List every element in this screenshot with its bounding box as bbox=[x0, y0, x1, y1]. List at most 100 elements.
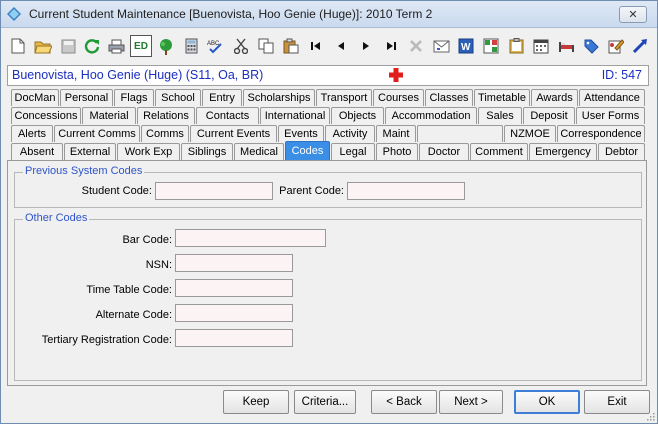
ed-icon[interactable]: ED bbox=[130, 35, 152, 57]
last-record-icon[interactable] bbox=[380, 35, 402, 57]
tab-awards[interactable]: Awards bbox=[531, 89, 578, 106]
tab-sales[interactable]: Sales bbox=[478, 107, 522, 124]
tab-attendance[interactable]: Attendance bbox=[579, 89, 645, 106]
tab-external[interactable]: External bbox=[64, 143, 116, 160]
tab-legal[interactable]: Legal bbox=[331, 143, 375, 160]
new-doc-icon[interactable] bbox=[7, 35, 29, 57]
timetable-code-field[interactable] bbox=[175, 279, 293, 297]
tab-user-forms[interactable]: User Forms bbox=[576, 107, 645, 124]
first-record-icon[interactable] bbox=[305, 35, 327, 57]
edit-sheet-icon[interactable] bbox=[605, 35, 627, 57]
alternate-code-field[interactable] bbox=[175, 304, 293, 322]
tertiary-registration-code-field[interactable] bbox=[175, 329, 293, 347]
svg-text:W: W bbox=[461, 42, 471, 53]
paste-icon[interactable] bbox=[280, 35, 302, 57]
print-icon[interactable] bbox=[105, 35, 127, 57]
tab-nzmoe[interactable]: NZMOE bbox=[504, 125, 556, 142]
tab-comms[interactable]: Comms bbox=[141, 125, 189, 142]
parent-code-field[interactable] bbox=[347, 182, 465, 200]
tab-correspondence[interactable]: Correspondence bbox=[557, 125, 645, 142]
tab-alerts[interactable]: Alerts bbox=[11, 125, 53, 142]
spellcheck-icon[interactable]: ABC bbox=[205, 35, 227, 57]
nsn-field[interactable] bbox=[175, 254, 293, 272]
tag-icon[interactable] bbox=[580, 35, 602, 57]
tab-medical[interactable]: Medical bbox=[234, 143, 284, 160]
tab-transport[interactable]: Transport bbox=[316, 89, 372, 106]
student-id: ID: 547 bbox=[601, 68, 642, 82]
tab-school[interactable]: School bbox=[155, 89, 201, 106]
bar-code-label: Bar Code: bbox=[122, 234, 172, 246]
next-button[interactable]: Next > bbox=[439, 390, 503, 414]
save-icon[interactable] bbox=[57, 35, 79, 57]
calendar-icon[interactable] bbox=[530, 35, 552, 57]
tab-entry[interactable]: Entry bbox=[202, 89, 242, 106]
tab-scholarships[interactable]: Scholarships bbox=[243, 89, 315, 106]
tab-photo[interactable]: Photo bbox=[376, 143, 418, 160]
calculator-icon[interactable] bbox=[180, 35, 202, 57]
tab-relations[interactable]: Relations bbox=[137, 107, 195, 124]
tab-comment[interactable]: Comment bbox=[470, 143, 528, 160]
student-header: Buenovista, Hoo Genie (Huge) (S11, Oa, B… bbox=[7, 65, 649, 86]
tab-material[interactable]: Material bbox=[82, 107, 136, 124]
clipboard-icon[interactable] bbox=[505, 35, 527, 57]
bed-icon[interactable] bbox=[555, 35, 577, 57]
tab-objects[interactable]: Objects bbox=[331, 107, 384, 124]
keep-button[interactable]: Keep bbox=[223, 390, 289, 414]
criteria-button[interactable]: Criteria... bbox=[294, 390, 356, 414]
tree-icon[interactable] bbox=[155, 35, 177, 57]
delete-icon[interactable] bbox=[405, 35, 427, 57]
refresh-icon[interactable] bbox=[81, 35, 103, 57]
tab-blank[interactable] bbox=[417, 125, 503, 142]
cut-icon[interactable] bbox=[230, 35, 252, 57]
tertiary-registration-code-label: Tertiary Registration Code: bbox=[41, 334, 172, 346]
tab-maint[interactable]: Maint bbox=[376, 125, 416, 142]
tab-activity[interactable]: Activity bbox=[325, 125, 375, 142]
codes-panel: Previous System Codes Student Code: Pare… bbox=[7, 160, 647, 386]
tab-emergency[interactable]: Emergency bbox=[529, 143, 597, 160]
app-diamond-icon bbox=[7, 7, 21, 21]
tab-international[interactable]: International bbox=[260, 107, 330, 124]
medical-alert-icon[interactable] bbox=[388, 67, 404, 83]
tab-current-comms[interactable]: Current Comms bbox=[54, 125, 140, 142]
tab-events[interactable]: Events bbox=[278, 125, 324, 142]
pointer-icon[interactable] bbox=[629, 35, 651, 57]
tab-flags[interactable]: Flags bbox=[114, 89, 154, 106]
tab-contacts[interactable]: Contacts bbox=[196, 107, 259, 124]
tab-timetable[interactable]: Timetable bbox=[474, 89, 530, 106]
tab-siblings[interactable]: Siblings bbox=[181, 143, 233, 160]
resize-grip-icon[interactable] bbox=[645, 411, 655, 421]
previous-system-codes-legend: Previous System Codes bbox=[23, 165, 145, 177]
back-button[interactable]: < Back bbox=[371, 390, 437, 414]
tab-accommodation[interactable]: Accommodation bbox=[385, 107, 477, 124]
window-title: Current Student Maintenance [Buenovista,… bbox=[29, 7, 433, 21]
tab-debtor[interactable]: Debtor bbox=[598, 143, 645, 160]
previous-record-icon[interactable] bbox=[330, 35, 352, 57]
toolbar: ED ABC W bbox=[1, 31, 657, 61]
ok-button[interactable]: OK bbox=[514, 390, 580, 414]
tab-current-events[interactable]: Current Events bbox=[190, 125, 277, 142]
tab-codes[interactable]: Codes bbox=[285, 141, 330, 160]
close-button[interactable]: ✕ bbox=[619, 6, 647, 23]
tab-concessions[interactable]: Concessions bbox=[11, 107, 81, 124]
tab-personal[interactable]: Personal bbox=[60, 89, 113, 106]
nsn-label: NSN: bbox=[145, 259, 172, 271]
tab-doctor[interactable]: Doctor bbox=[419, 143, 469, 160]
email-icon[interactable] bbox=[430, 35, 452, 57]
word-icon[interactable]: W bbox=[455, 35, 477, 57]
tab-work-exp[interactable]: Work Exp bbox=[117, 143, 180, 160]
tab-docman[interactable]: DocMan bbox=[11, 89, 59, 106]
open-folder-icon[interactable] bbox=[32, 35, 54, 57]
title-bar: Current Student Maintenance [Buenovista,… bbox=[1, 1, 657, 28]
tab-classes[interactable]: Classes bbox=[425, 89, 473, 106]
student-code-label: Student Code: bbox=[81, 185, 152, 197]
bar-code-field[interactable] bbox=[175, 229, 326, 247]
tab-absent[interactable]: Absent bbox=[11, 143, 63, 160]
exit-button[interactable]: Exit bbox=[584, 390, 650, 414]
grid-icon[interactable] bbox=[480, 35, 502, 57]
timetable-code-label: Time Table Code: bbox=[86, 284, 172, 296]
next-record-icon[interactable] bbox=[355, 35, 377, 57]
student-code-field[interactable] bbox=[155, 182, 273, 200]
tab-deposit[interactable]: Deposit bbox=[523, 107, 575, 124]
tab-courses[interactable]: Courses bbox=[373, 89, 424, 106]
copy-icon[interactable] bbox=[255, 35, 277, 57]
